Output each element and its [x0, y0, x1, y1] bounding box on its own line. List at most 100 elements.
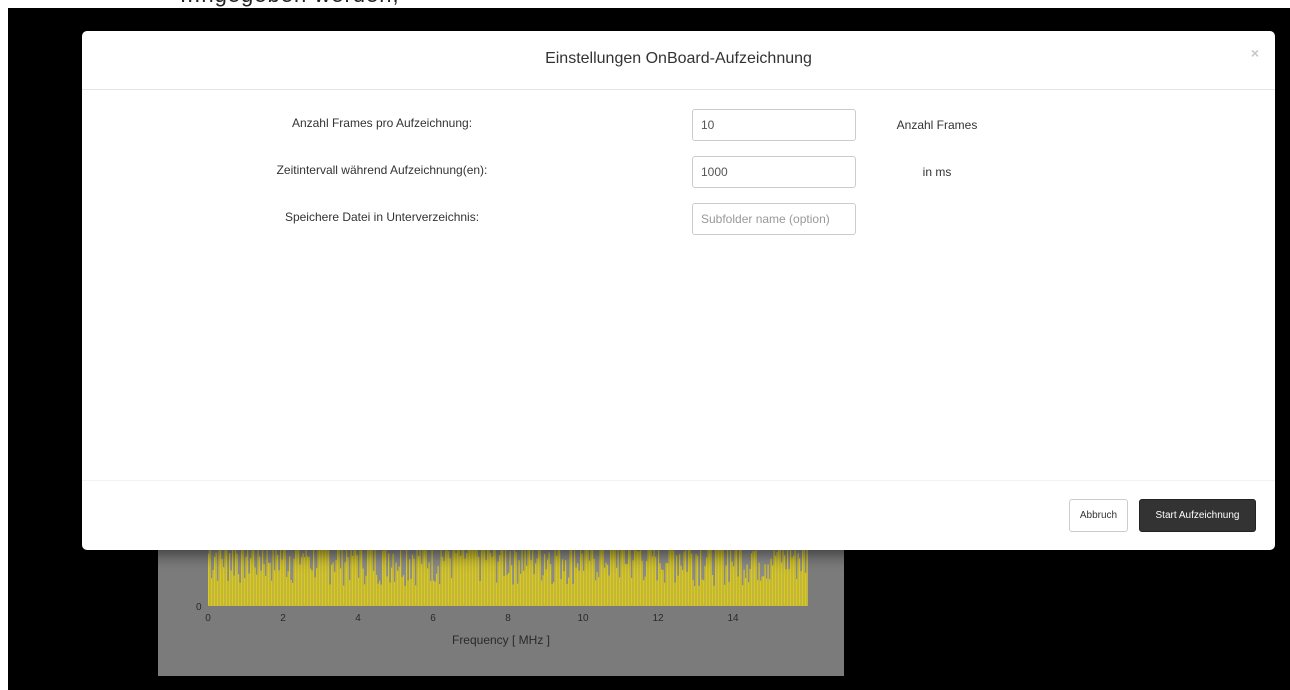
- interval-input[interactable]: [692, 156, 856, 188]
- close-icon[interactable]: ×: [1251, 45, 1259, 61]
- spectrum-bar: [563, 571, 565, 606]
- spectrum-bar: [217, 580, 219, 606]
- spectrum-bar: [388, 553, 390, 606]
- spectrum-bar: [707, 541, 709, 606]
- spectrum-bar: [632, 560, 634, 606]
- spectrum-bar: [220, 547, 222, 606]
- spectrum-bar: [332, 562, 334, 606]
- spectrum-bar: [406, 544, 408, 606]
- x-axis-title: Frequency [ MHz ]: [452, 633, 550, 647]
- spectrum-bar: [377, 583, 379, 606]
- spectrum-bar: [677, 575, 679, 606]
- spectrum-bar: [209, 548, 211, 606]
- spectrum-bar: [712, 574, 714, 606]
- spectrum-bar: [250, 558, 252, 606]
- spectrum-bar: [394, 581, 396, 606]
- spectrum-bar: [239, 582, 241, 606]
- spectrum-bar: [541, 580, 543, 606]
- spectrum-bar: [598, 577, 600, 606]
- spectrum-bar: [737, 576, 739, 606]
- spectrum-bar: [443, 561, 445, 606]
- spectrum-bar: [575, 567, 577, 606]
- spectrum-bar: [433, 580, 435, 606]
- spectrum-bar: [290, 580, 292, 606]
- spectrum-bar: [440, 546, 442, 606]
- spectrum-bar: [281, 559, 283, 606]
- spectrum-bar: [767, 564, 769, 606]
- spectrum-bar: [725, 565, 727, 606]
- spectrum-bar: [604, 567, 606, 606]
- spectrum-bar: [329, 584, 331, 606]
- spectrum-bar: [455, 553, 457, 606]
- spectrum-bar: [616, 567, 618, 606]
- spectrum-bar: [665, 562, 667, 606]
- spectrum-bar: [577, 563, 579, 606]
- spectrum-bar: [328, 549, 330, 606]
- start-recording-button[interactable]: Start Aufzeichnung: [1139, 499, 1256, 532]
- spectrum-bar: [236, 553, 238, 606]
- spectrum-bar: [626, 563, 628, 606]
- spectrum-bar: [686, 571, 688, 606]
- spectrum-bar: [685, 548, 687, 606]
- spectrum-bar: [704, 565, 706, 606]
- spectrum-bar: [475, 544, 477, 606]
- dialog-footer: Abbruch Start Aufzeichnung: [82, 480, 1275, 551]
- spectrum-bar: [412, 554, 414, 606]
- spectrum-bar: [730, 544, 732, 606]
- spectrum-bar: [448, 551, 450, 606]
- cancel-button[interactable]: Abbruch: [1069, 499, 1128, 532]
- spectrum-bar: [706, 557, 708, 606]
- spectrum-bar: [382, 550, 384, 606]
- field-row-frames: Anzahl Frames pro Aufzeichnung: Anzahl F…: [82, 109, 1275, 143]
- spectrum-bar: [728, 581, 730, 606]
- spectrum-bar: [530, 559, 532, 606]
- frames-input[interactable]: [692, 109, 856, 141]
- spectrum-bar: [680, 565, 682, 606]
- spectrum-bar: [551, 584, 553, 606]
- spectrum-bar: [292, 582, 294, 606]
- spectrum-bar: [619, 577, 621, 606]
- spectrum-bar: [427, 568, 429, 606]
- spectrum-bar: [248, 573, 250, 606]
- spectrum-bar: [370, 542, 372, 606]
- spectrum-bar: [568, 577, 570, 606]
- spectrum-bar: [212, 569, 214, 606]
- spectrum-bar: [268, 562, 270, 606]
- spectrum-bar: [254, 567, 256, 606]
- spectrum-bar: [380, 584, 382, 606]
- spectrum-bar: [784, 555, 786, 606]
- spectrum-bar: [643, 580, 645, 606]
- spectrum-bar: [340, 568, 342, 606]
- spectrum-bar: [373, 570, 375, 606]
- field-row-interval: Zeitintervall während Aufzeichnung(en): …: [82, 156, 1275, 190]
- spectrum-bar: [409, 559, 411, 606]
- spectrum-bar: [655, 556, 657, 606]
- spectrum-bar: [562, 559, 564, 606]
- spectrum-bar: [769, 579, 771, 606]
- spectrum-bar: [572, 584, 574, 606]
- x-tick-label: 6: [430, 613, 436, 624]
- spectrum-bar: [608, 575, 610, 606]
- frames-label: Anzahl Frames pro Aufzeichnung:: [291, 116, 473, 130]
- spectrum-bar: [791, 557, 793, 606]
- background-text: ...ngegeben werden,: [180, 0, 400, 8]
- spectrum-bar: [757, 580, 759, 606]
- subfolder-input[interactable]: [692, 203, 856, 235]
- spectrum-bar: [397, 570, 399, 606]
- spectrum-bar: [746, 564, 748, 606]
- spectrum-bar: [790, 545, 792, 606]
- spectrum-bar: [517, 583, 519, 606]
- spectrum-bar: [628, 549, 630, 606]
- spectrum-bar: [629, 548, 631, 606]
- spectrum-bar: [437, 565, 439, 606]
- spectrum-bar: [547, 559, 549, 606]
- spectrum-bar: [230, 570, 232, 606]
- spectrum-bar: [770, 558, 772, 606]
- spectrum-bar: [625, 563, 627, 606]
- spectrum-bar: [781, 562, 783, 606]
- spectrum-bar: [490, 552, 492, 606]
- spectrum-bar: [644, 576, 646, 606]
- spectrum-bar: [376, 574, 378, 606]
- spectrum-bar: [638, 551, 640, 606]
- spectrum-bar: [403, 575, 405, 606]
